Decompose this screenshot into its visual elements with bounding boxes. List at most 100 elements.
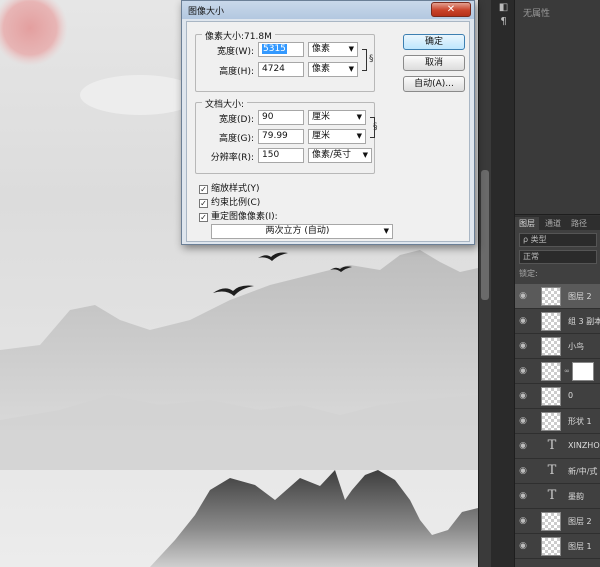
layer-thumbnail bbox=[541, 362, 561, 381]
layer-row[interactable]: ◉ 图层 1 bbox=[515, 534, 600, 559]
checkbox-box[interactable]: ✓ bbox=[199, 185, 208, 194]
doc-height-unit: 厘米 bbox=[312, 131, 331, 141]
doc-width-field[interactable]: 90 bbox=[258, 110, 304, 125]
layer-row[interactable]: ◉ 小鸟 bbox=[515, 334, 600, 359]
scale-styles-checkbox[interactable]: ✓ 缩放样式(Y) bbox=[199, 181, 260, 194]
chevron-down-icon: ▼ bbox=[356, 132, 362, 140]
sun-shape bbox=[0, 0, 68, 66]
layer-thumbnail bbox=[541, 387, 561, 406]
chevron-down-icon: ▼ bbox=[348, 45, 354, 53]
text-layer-icon: T bbox=[547, 438, 557, 453]
layer-name: 图层 2 bbox=[568, 517, 592, 526]
layer-row[interactable]: ◉ 形状 1 bbox=[515, 409, 600, 434]
dialog-title-bar[interactable]: 图像大小 ✕ bbox=[182, 1, 474, 19]
auto-button[interactable]: 自动(A)... bbox=[403, 76, 465, 92]
constrain-proportions-label: 约束比例(C) bbox=[211, 198, 261, 208]
link-bracket bbox=[362, 49, 367, 71]
layer-thumbnail bbox=[541, 512, 561, 531]
eye-icon[interactable]: ◉ bbox=[518, 542, 528, 551]
layers-panel: 图层 通道 路径 ρ 类型 正常 锁定: ◉ 图层 2 ◉ 组 3 副本 ◉ 小… bbox=[515, 216, 600, 567]
doc-height-field[interactable]: 79.99 bbox=[258, 129, 304, 144]
pixel-height-unit-select[interactable]: 像素 ▼ bbox=[308, 62, 358, 77]
layer-thumbnail bbox=[541, 337, 561, 356]
document-size-heading: 文档大小: bbox=[202, 97, 248, 110]
layer-name: 墨韵 bbox=[568, 492, 584, 501]
chain-icon[interactable]: ∞ bbox=[564, 367, 570, 375]
layer-row[interactable]: ◉ T 新/中/式 bbox=[515, 459, 600, 484]
layer-mask-thumbnail bbox=[572, 362, 594, 381]
lock-label: 锁定: bbox=[519, 269, 538, 278]
text-layer-icon: T bbox=[547, 488, 557, 503]
pixel-width-unit: 像素 bbox=[312, 44, 331, 54]
layer-name: 组 3 副本 bbox=[568, 317, 600, 326]
blend-mode-select[interactable]: 正常 bbox=[519, 250, 597, 264]
checkbox-box[interactable]: ✓ bbox=[199, 213, 208, 222]
layer-row[interactable]: ◉ 图层 2 bbox=[515, 284, 600, 309]
layer-row[interactable]: ◉ ∞ bbox=[515, 359, 600, 384]
tab-channels[interactable]: 通道 bbox=[541, 217, 565, 230]
pixel-width-field[interactable]: 5315 bbox=[258, 42, 304, 57]
tab-paths[interactable]: 路径 bbox=[567, 217, 591, 230]
eye-icon[interactable]: ◉ bbox=[518, 492, 528, 501]
layer-thumbnail bbox=[541, 412, 561, 431]
no-properties-label: 无属性 bbox=[523, 9, 551, 19]
vertical-scrollbar[interactable] bbox=[478, 0, 491, 567]
resolution-unit-select[interactable]: 像素/英寸 ▼ bbox=[308, 148, 372, 163]
layer-name: 小鸟 bbox=[568, 342, 584, 351]
doc-width-value: 90 bbox=[262, 112, 274, 122]
eye-icon[interactable]: ◉ bbox=[518, 342, 528, 351]
eye-icon[interactable]: ◉ bbox=[518, 317, 528, 326]
doc-width-label: 宽度(D): bbox=[219, 115, 254, 125]
text-layer-icon: T bbox=[547, 463, 557, 478]
layer-thumbnail bbox=[541, 287, 561, 306]
tab-layers[interactable]: 图层 bbox=[515, 217, 539, 230]
resample-method-select[interactable]: 两次立方 (自动) ▼ bbox=[211, 224, 393, 239]
eye-icon[interactable]: ◉ bbox=[518, 367, 528, 376]
layers-panel-tabs: 图层 通道 路径 bbox=[515, 216, 600, 230]
doc-height-value: 79.99 bbox=[262, 131, 288, 141]
layer-row[interactable]: ◉ 组 3 副本 bbox=[515, 309, 600, 334]
eye-icon[interactable]: ◉ bbox=[518, 292, 528, 301]
layer-list: ◉ 图层 2 ◉ 组 3 副本 ◉ 小鸟 ◉ ∞ ◉ 0 ◉ 形状 1 ◉ T … bbox=[515, 284, 600, 559]
layer-name: 0 bbox=[568, 391, 574, 400]
resample-image-checkbox[interactable]: ✓ 重定图像像素(I): bbox=[199, 209, 278, 222]
document-size-group: 文档大小: 宽度(D): 90 厘米 ▼ 高度(G): 79.99 厘米 ▼ 分… bbox=[195, 97, 378, 174]
ok-button[interactable]: 确定 bbox=[403, 34, 465, 50]
close-button[interactable]: ✕ bbox=[431, 2, 471, 17]
pixel-height-unit: 像素 bbox=[312, 64, 331, 74]
doc-width-unit-select[interactable]: 厘米 ▼ bbox=[308, 110, 366, 125]
resolution-field[interactable]: 150 bbox=[258, 148, 304, 163]
pixel-width-label: 宽度(W): bbox=[217, 47, 254, 57]
resolution-label: 分辨率(R): bbox=[210, 153, 254, 163]
layer-row[interactable]: ◉ 0 bbox=[515, 384, 600, 409]
eye-icon[interactable]: ◉ bbox=[518, 417, 528, 426]
cancel-button[interactable]: 取消 bbox=[403, 55, 465, 71]
panel-icon-strip: ◧ ¶ bbox=[491, 0, 515, 567]
properties-panel: 无属性 bbox=[515, 0, 600, 215]
paragraph-panel-icon[interactable]: ¶ bbox=[498, 16, 509, 27]
chevron-down-icon: ▼ bbox=[383, 227, 389, 235]
chain-icon: § bbox=[373, 122, 378, 132]
layer-filter-select[interactable]: ρ 类型 bbox=[519, 233, 597, 247]
properties-panel-icon[interactable]: ◧ bbox=[498, 2, 509, 13]
resolution-value: 150 bbox=[262, 150, 280, 160]
eye-icon[interactable]: ◉ bbox=[518, 442, 528, 451]
pixel-dimensions-group: 像素大小:71.8M 宽度(W): 5315 像素 ▼ 高度(H): 4724 … bbox=[195, 29, 375, 92]
layer-row[interactable]: ◉ 图层 2 bbox=[515, 509, 600, 534]
chain-icon: § bbox=[369, 54, 374, 64]
constrain-proportions-checkbox[interactable]: ✓ 约束比例(C) bbox=[199, 195, 261, 208]
checkbox-box[interactable]: ✓ bbox=[199, 199, 208, 208]
pixel-width-unit-select[interactable]: 像素 ▼ bbox=[308, 42, 358, 57]
dialog-title: 图像大小 bbox=[188, 7, 225, 17]
layer-row[interactable]: ◉ T 墨韵 bbox=[515, 484, 600, 509]
doc-width-unit: 厘米 bbox=[312, 112, 331, 122]
eye-icon[interactable]: ◉ bbox=[518, 392, 528, 401]
eye-icon[interactable]: ◉ bbox=[518, 517, 528, 526]
eye-icon[interactable]: ◉ bbox=[518, 467, 528, 476]
layer-name: 形状 1 bbox=[568, 417, 592, 426]
scrollbar-thumb[interactable] bbox=[481, 170, 489, 300]
doc-height-unit-select[interactable]: 厘米 ▼ bbox=[308, 129, 366, 144]
pixel-height-field[interactable]: 4724 bbox=[258, 62, 304, 77]
layer-row[interactable]: ◉ T XINZHONG bbox=[515, 434, 600, 459]
image-size-dialog: 图像大小 ✕ 像素大小:71.8M 宽度(W): 5315 像素 ▼ 高度(H)… bbox=[181, 0, 475, 245]
